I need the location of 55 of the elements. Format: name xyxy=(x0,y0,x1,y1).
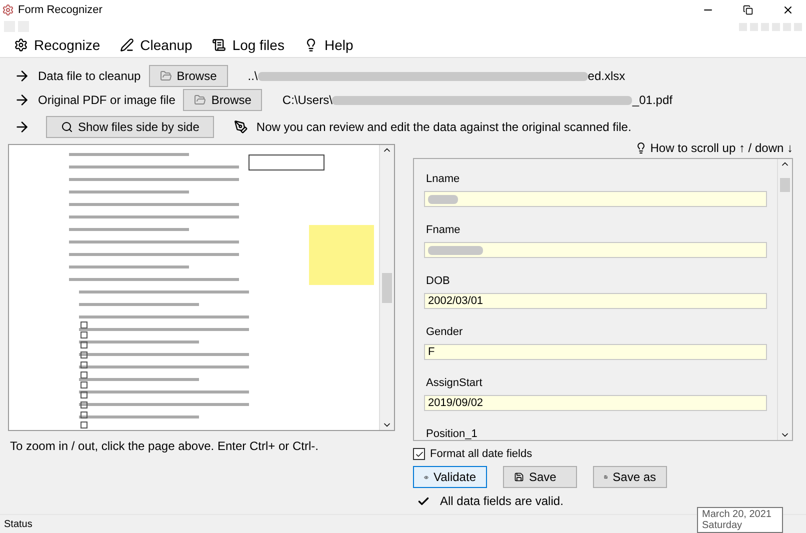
browse-button[interactable]: Browse xyxy=(148,65,228,87)
restore-icon xyxy=(743,5,753,15)
field-label: Position_1 xyxy=(426,428,478,440)
app-icon xyxy=(2,4,14,16)
arrow-icon xyxy=(14,119,30,135)
checkbox-label: Format all date fields xyxy=(430,448,532,460)
input-field[interactable] xyxy=(424,242,767,258)
field-label: Gender xyxy=(426,326,464,338)
check-icon xyxy=(414,450,424,458)
check-icon xyxy=(417,494,430,508)
field-label: DOB xyxy=(426,274,451,288)
lightbulb-icon xyxy=(635,142,648,154)
gear-icon xyxy=(14,38,28,52)
menu-item[interactable]: Help xyxy=(304,37,354,53)
tooltip-day: Saturday xyxy=(702,520,778,531)
menu-item[interactable]: Recognize xyxy=(14,37,100,53)
folder-icon xyxy=(194,94,206,106)
checkbox[interactable] xyxy=(413,448,425,460)
scrollbar-thumb[interactable] xyxy=(780,178,790,192)
tooltip-date: March 20, 2021 xyxy=(702,509,772,520)
action-button[interactable]: Validate xyxy=(413,466,487,488)
pen-icon xyxy=(234,120,248,134)
status-text: Status xyxy=(4,518,32,530)
validation-message: All data fields are valid. xyxy=(440,494,564,508)
pen-icon xyxy=(120,38,134,52)
scroll-help-link[interactable]: How to scroll up ↑ / down ↓ xyxy=(635,138,793,158)
show-side-by-side-button[interactable]: Show files side by side xyxy=(46,116,214,138)
scroll-icon xyxy=(212,38,226,52)
redacted-value xyxy=(428,194,458,204)
close-icon xyxy=(782,4,794,16)
browse-button[interactable]: Browse xyxy=(183,89,262,111)
redacted-value xyxy=(428,246,483,255)
input-field[interactable]: 2002/03/01 xyxy=(424,293,767,309)
row-label: Data file to cleanup xyxy=(38,69,141,83)
field-label: Lname xyxy=(426,173,461,186)
file-path: C:\Users\ _01.pdf xyxy=(282,93,672,107)
input-field[interactable]: F xyxy=(424,344,767,360)
folder-icon xyxy=(160,70,172,82)
scrollbar[interactable] xyxy=(777,159,792,440)
scrollbar[interactable] xyxy=(379,145,394,430)
field-label: AssignStart xyxy=(426,376,484,390)
input-field[interactable] xyxy=(424,191,767,207)
scrollbar-thumb[interactable] xyxy=(382,272,392,302)
zoom-hint: To zoom in / out, click the page above. Enter Ctrl+ or Ctrl-. xyxy=(10,439,320,453)
row-label: Original PDF or image file xyxy=(38,93,176,107)
action-button[interactable]: Save as xyxy=(593,466,667,488)
menu-item[interactable]: Log files xyxy=(212,37,284,53)
action-button[interactable]: Save xyxy=(503,466,577,488)
search-icon xyxy=(61,121,73,133)
file-path: ..\ ed.xlsx xyxy=(248,69,626,83)
menu-item[interactable]: Cleanup xyxy=(120,37,192,53)
review-note: Now you can review and edit the data against the original scanned file. xyxy=(256,120,632,134)
input-field[interactable]: 2019/09/02 xyxy=(424,395,767,411)
window-title: Form Recognizer xyxy=(18,4,104,16)
field-label: Fname xyxy=(426,224,462,236)
